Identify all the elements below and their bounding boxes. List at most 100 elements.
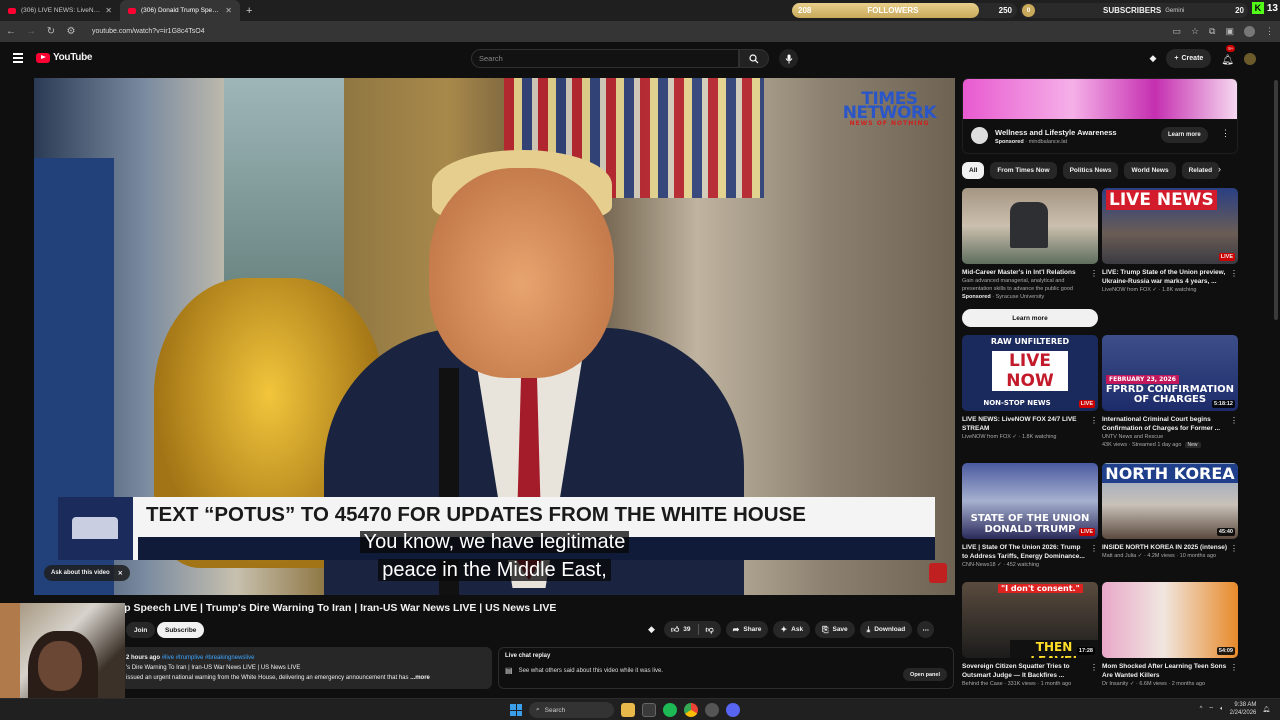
more-options-icon[interactable]: ⋮: [1230, 663, 1238, 672]
forward-icon[interactable]: →: [26, 26, 36, 37]
video-thumbnail: FEBRUARY 23, 2026 FPRRD CONFIRMATION OF …: [1102, 335, 1238, 411]
like-count: 39: [683, 626, 691, 633]
gem-icon[interactable]: ◆: [1149, 53, 1156, 64]
show-more-link[interactable]: ...more: [410, 675, 430, 681]
ad-domain: mindbalance.lat: [1028, 139, 1068, 145]
gem-icon[interactable]: ◆: [648, 624, 655, 635]
youtube-favicon-icon: [128, 7, 136, 14]
video-thumbnail: "I don't consent." THEN LEAVE! 17:28: [962, 582, 1098, 658]
like-button[interactable]: 👍︎ 39: [664, 625, 698, 635]
recommendation-meta: 43K views · Streamed 1 day ago New: [1102, 441, 1238, 449]
site-info-icon[interactable]: ⚙: [66, 26, 76, 37]
chevron-right-icon[interactable]: ›: [1218, 164, 1221, 174]
page-scrollbar[interactable]: [1274, 80, 1278, 320]
caption-text: You know, we have legitimate: [359, 531, 630, 553]
recommendation-item[interactable]: STATE OF THE UNION DONALD TRUMP LIVE LIV…: [962, 463, 1098, 569]
share-label: Share: [743, 626, 762, 633]
new-tab-icon[interactable]: +: [240, 5, 258, 17]
youtube-logo[interactable]: YouTube: [36, 52, 93, 63]
more-options-icon[interactable]: ⋮: [1230, 544, 1238, 553]
hashtags[interactable]: #live #trumplive #breakingnewslive: [162, 655, 255, 661]
ad-learn-more-button[interactable]: Learn more: [1161, 127, 1208, 143]
recommendation-item[interactable]: NORTH KOREA 45:40 INSIDE NORTH KOREA IN …: [1102, 463, 1238, 560]
browser-menu-icon[interactable]: ⋮: [1265, 26, 1274, 37]
browser-tab-active[interactable]: (306) Donald Trump Speech LI... ✕: [120, 0, 240, 21]
open-panel-button[interactable]: Open panel: [903, 668, 947, 681]
video-player[interactable]: TIMES NETWORK NEWS OF NOTHING TEXT “POTU…: [34, 78, 955, 595]
chip-related[interactable]: Related: [1181, 162, 1220, 179]
save-button[interactable]: ⎘ Save: [815, 621, 855, 638]
store-icon[interactable]: [642, 703, 656, 717]
close-tab-icon[interactable]: ✕: [225, 6, 232, 15]
more-options-icon[interactable]: ⋮: [1090, 269, 1098, 278]
ask-button[interactable]: ✦ Ask: [773, 621, 811, 638]
chrome-icon[interactable]: [684, 703, 698, 717]
chip-from-times-now[interactable]: From Times Now: [990, 162, 1057, 179]
profile-avatar[interactable]: [1244, 26, 1255, 37]
file-explorer-icon[interactable]: [621, 703, 635, 717]
more-options-icon[interactable]: ⋮: [1090, 544, 1098, 553]
address-bar: ← → ↻ ⚙ youtube.com/watch?v=ir1G8c4TsO4 …: [0, 21, 1280, 42]
channel-watermark: TIMES NETWORK NEWS OF NOTHING: [832, 91, 947, 128]
advertiser-logo: [971, 127, 988, 144]
create-label: Create: [1181, 55, 1204, 62]
ask-about-video-button[interactable]: Ask about this video ✕: [44, 565, 130, 581]
ad-menu-icon[interactable]: ⋮: [1221, 128, 1230, 139]
spotify-icon[interactable]: [663, 703, 677, 717]
recommendation-sponsored[interactable]: Mid-Career Master's in Int'l Relations G…: [962, 188, 1098, 301]
more-options-icon[interactable]: ⋮: [1090, 416, 1098, 425]
more-options-icon[interactable]: ⋮: [1230, 269, 1238, 278]
url-field[interactable]: youtube.com/watch?v=ir1G8c4TsO4: [92, 28, 205, 35]
close-icon[interactable]: ✕: [118, 570, 123, 577]
voice-search-button[interactable]: [779, 49, 798, 68]
close-tab-icon[interactable]: ✕: [105, 6, 112, 15]
hamburger-menu-icon[interactable]: [13, 53, 23, 65]
share-icon: ➦: [732, 625, 740, 634]
recommendation-item[interactable]: LIVE NEWS LIVE LIVE: Trump State of the …: [1102, 188, 1238, 294]
volume-icon[interactable]: 🔈︎: [1220, 706, 1224, 713]
sidepanel-icon[interactable]: ▣: [1225, 26, 1234, 37]
description-box[interactable]: 2 hours ago #live #trumplive #breakingne…: [120, 647, 492, 689]
browser-tab[interactable]: (306) LIVE NEWS: LiveNOW FO... ✕: [0, 0, 120, 21]
more-actions-button[interactable]: ⋯: [917, 621, 935, 638]
subscribe-button[interactable]: Subscribe: [157, 622, 205, 638]
cast-icon[interactable]: ▭: [1172, 26, 1181, 37]
share-button[interactable]: ➦ Share: [725, 621, 769, 638]
video-thumbnail: STATE OF THE UNION DONALD TRUMP LIVE: [962, 463, 1098, 539]
chip-politics-news[interactable]: Politics News: [1062, 162, 1119, 179]
tray-chevron-icon[interactable]: ^: [1200, 706, 1203, 712]
more-options-icon[interactable]: ⋮: [1230, 416, 1238, 425]
recommendation-item[interactable]: "I don't consent." THEN LEAVE! 17:28 Sov…: [962, 582, 1098, 688]
sponsored-learn-more-button[interactable]: Learn more: [962, 309, 1098, 327]
video-duration: 54:09: [1216, 647, 1235, 655]
windows-start-icon[interactable]: [510, 704, 522, 716]
account-avatar[interactable]: [1244, 52, 1256, 65]
network-icon[interactable]: ⌔: [1208, 705, 1214, 713]
sparkle-icon: ✦: [780, 625, 788, 634]
video-thumbnail: NORTH KOREA 45:40: [1102, 463, 1238, 539]
chip-all[interactable]: All: [962, 162, 985, 179]
extensions-icon[interactable]: ⧉: [1209, 26, 1215, 37]
settings-icon[interactable]: [705, 703, 719, 717]
recommendation-item[interactable]: FEBRUARY 23, 2026 FPRRD CONFIRMATION OF …: [1102, 335, 1238, 449]
download-button[interactable]: ⤓ Download: [859, 621, 913, 638]
search-button[interactable]: [739, 49, 769, 68]
discord-icon[interactable]: [726, 703, 740, 717]
bookmark-star-icon[interactable]: ☆: [1191, 26, 1199, 37]
reload-icon[interactable]: ↻: [46, 26, 56, 37]
dislike-button[interactable]: 👎︎: [699, 625, 721, 635]
back-icon[interactable]: ←: [6, 26, 16, 37]
channel-name: UNTV News and Rescue: [1102, 434, 1164, 440]
notifications-button[interactable]: 🔔︎ 9+: [1221, 44, 1236, 68]
taskbar-search[interactable]: ⌕ Search: [529, 702, 614, 718]
create-button[interactable]: + Create: [1166, 49, 1212, 68]
notification-bell-icon[interactable]: 🔔︎: [1262, 706, 1270, 713]
chip-world-news[interactable]: World News: [1124, 162, 1176, 179]
recommendation-meta: Gain advanced managerial, analytical and…: [962, 278, 1073, 292]
recommendation-item[interactable]: 54:09 Mom Shocked After Learning Teen So…: [1102, 582, 1238, 688]
system-clock[interactable]: 9:38 AM 2/24/2026: [1230, 701, 1257, 717]
search-input[interactable]: Search: [471, 49, 739, 68]
recommendation-item[interactable]: RAW UNFILTERED LIVE NOW NON-STOP NEWS LI…: [962, 335, 1098, 441]
more-options-icon[interactable]: ⋮: [1090, 663, 1098, 672]
join-button[interactable]: Join: [126, 622, 156, 638]
